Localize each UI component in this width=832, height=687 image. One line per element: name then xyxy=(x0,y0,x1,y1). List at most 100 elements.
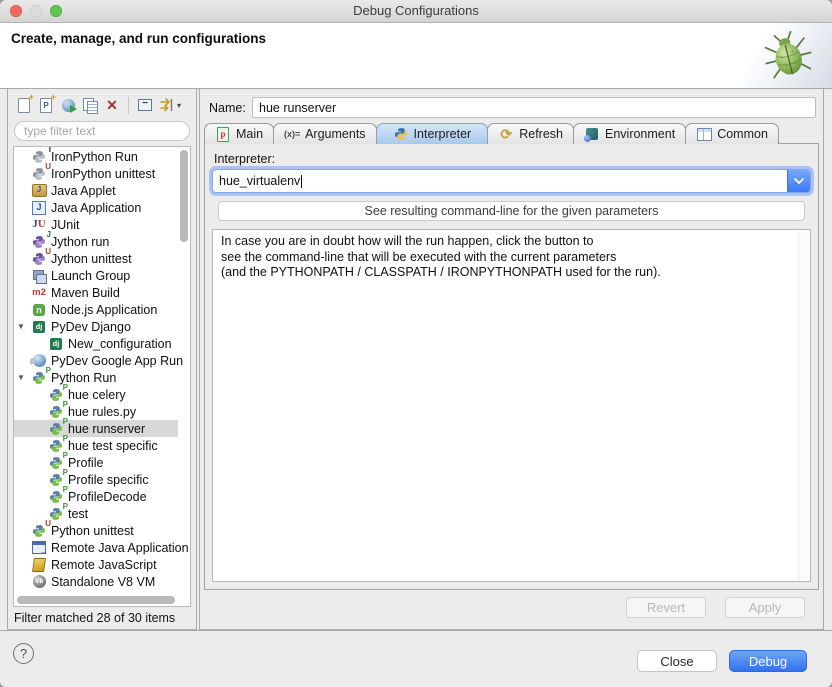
python-run-icon: P xyxy=(48,489,64,505)
tab-main[interactable]: p Main xyxy=(204,123,274,144)
new-launch-configuration-button[interactable]: + xyxy=(13,94,35,116)
filter-input[interactable] xyxy=(14,121,190,141)
revert-button[interactable]: Revert xyxy=(626,597,706,618)
main-tab-icon: p xyxy=(215,126,231,142)
tree-item-label: test xyxy=(68,507,88,521)
tree-item-label: Jython run xyxy=(51,235,109,249)
tree-item-python-unittest[interactable]: UPython unittest xyxy=(14,522,178,539)
tab-bar: p Main (x)=Arguments Interpreter ⟳RefreshEnv… xyxy=(204,122,778,144)
tree-item-new-configuration[interactable]: djNew_configuration xyxy=(14,335,178,352)
tab-arguments[interactable]: (x)=Arguments xyxy=(273,123,376,144)
python-run-icon: P xyxy=(48,438,64,454)
interpreter-combo-dropdown-button[interactable] xyxy=(787,170,810,192)
tree-item-maven-build[interactable]: m2 Maven Build xyxy=(14,284,178,301)
tree-item-label: Python unittest xyxy=(51,524,134,538)
name-input[interactable] xyxy=(252,97,816,118)
configuration-detail-panel: Name: pMain(x)=ArgumentsInterpreter⟳Refr… xyxy=(199,89,824,630)
java-applet-icon: J xyxy=(31,183,47,199)
delete-icon: ✕ xyxy=(104,97,120,113)
tab-label: Main xyxy=(236,127,263,141)
expander-icon[interactable]: ▼ xyxy=(17,369,25,386)
tree-item-label: Java Application xyxy=(51,201,141,215)
filter-status-text: Filter matched 28 of 30 items xyxy=(14,609,175,628)
tree-item-pydev-google-app-run[interactable]: PyDev Google App Run xyxy=(14,352,178,369)
maven-icon: m2 xyxy=(31,285,47,301)
python-run-icon: P xyxy=(48,472,64,488)
see-command-line-button[interactable]: See resulting command-line for the given… xyxy=(218,201,805,221)
expander-icon[interactable]: ▼ xyxy=(17,318,25,335)
help-button[interactable]: ? xyxy=(13,643,34,664)
window-title: Debug Configurations xyxy=(70,0,762,22)
tree-item-remote-javascript[interactable]: Remote JavaScript xyxy=(14,556,178,573)
tree-item-profile[interactable]: PProfile xyxy=(14,454,178,471)
header-corner xyxy=(744,23,832,88)
tree-item-profiledecode[interactable]: PProfileDecode xyxy=(14,488,178,505)
nodejs-icon: n xyxy=(31,302,47,318)
close-window-button[interactable] xyxy=(10,5,22,17)
command-line-info-box[interactable]: In case you are in doubt how will the ru… xyxy=(212,229,811,582)
minimize-window-button[interactable] xyxy=(30,5,42,17)
tree-item-hue-celery[interactable]: Phue celery xyxy=(14,386,178,403)
tree-item-ironpython-run[interactable]: IIronPython Run xyxy=(14,148,178,165)
interpreter-combo[interactable]: hue_virtualenv xyxy=(212,169,811,193)
tab-label: Interpreter xyxy=(414,127,472,141)
common-tab-icon xyxy=(696,126,712,142)
tree-item-label: Remote JavaScript xyxy=(51,558,157,572)
tree-item-node-js-application[interactable]: nNode.js Application xyxy=(14,301,178,318)
main-area: +P+ ✕ − ▾ IIronPython RunUIronPython unitte… xyxy=(0,88,832,631)
duplicate-icon xyxy=(82,97,98,113)
python-run-icon: P xyxy=(48,387,64,403)
python-run-icon: P xyxy=(48,455,64,471)
collapse-all-icon: − xyxy=(137,97,153,113)
environment-tab-icon xyxy=(584,126,600,142)
tree-item-pydev-django[interactable]: ▼djPyDev Django xyxy=(14,318,178,335)
tree-item-ironpython-unittest[interactable]: UIronPython unittest xyxy=(14,165,178,182)
configurations-tree: IIronPython RunUIronPython unittestJJava… xyxy=(13,146,191,607)
tree-item-java-applet[interactable]: J Java Applet xyxy=(14,182,178,199)
sidebar-toolbar: +P+ ✕ − ▾ xyxy=(13,93,192,117)
tree-item-standalone-v8-vm[interactable]: V8Standalone V8 VM xyxy=(14,573,178,590)
tab-common[interactable]: Common xyxy=(685,123,779,144)
new-launch-prototype-button[interactable]: P+ xyxy=(35,94,57,116)
duplicate-launch-configuration-button[interactable] xyxy=(79,94,101,116)
tree-item-profile-specific[interactable]: PProfile specific xyxy=(14,471,178,488)
tree-item-label: Launch Group xyxy=(51,269,130,283)
zoom-window-button[interactable] xyxy=(50,5,62,17)
tab-environment[interactable]: Environment xyxy=(573,123,686,144)
delete-launch-configuration-button[interactable]: ✕ xyxy=(101,94,123,116)
dropdown-caret-icon: ▾ xyxy=(177,101,181,110)
django-icon: dj xyxy=(31,319,47,335)
collapse-all-button[interactable]: − xyxy=(134,94,156,116)
info-box-scrollbar[interactable] xyxy=(798,231,809,580)
tree-item-launch-group[interactable]: Launch Group xyxy=(14,267,178,284)
tab-interpreter[interactable]: Interpreter xyxy=(376,123,489,144)
apply-button[interactable]: Apply xyxy=(725,597,805,618)
tree-item-test[interactable]: Ptest xyxy=(14,505,178,522)
tree-item-python-run[interactable]: ▼PPython Run xyxy=(14,369,178,386)
new-prototype-icon: P+ xyxy=(38,97,54,113)
tree-item-label: Java Applet xyxy=(51,184,116,198)
tree-rows: IIronPython RunUIronPython unittestJJava… xyxy=(14,148,178,594)
tree-item-hue-runserver[interactable]: Phue runserver xyxy=(14,420,178,437)
tree-item-hue-rules-py[interactable]: Phue rules.py xyxy=(14,403,178,420)
debug-button[interactable]: Debug xyxy=(729,650,807,672)
tree-item-jython-run[interactable]: JJython run xyxy=(14,233,178,250)
java-application-icon: J xyxy=(31,200,47,216)
tree-item-java-application[interactable]: J Java Application xyxy=(14,199,178,216)
tree-item-label: Maven Build xyxy=(51,286,120,300)
tree-item-jython-unittest[interactable]: UJython unittest xyxy=(14,250,178,267)
tab-label: Common xyxy=(717,127,768,141)
tree-item-junit[interactable]: JUJUnit xyxy=(14,216,178,233)
interpreter-combo-value[interactable]: hue_virtualenv xyxy=(213,174,787,188)
tree-vertical-scrollbar[interactable] xyxy=(180,150,188,242)
tree-horizontal-scrollbar[interactable] xyxy=(17,596,175,604)
tab-refresh[interactable]: ⟳Refresh xyxy=(487,123,574,144)
tab-label: Arguments xyxy=(305,127,365,141)
filter-launch-configurations-button[interactable]: ▾ xyxy=(156,94,184,116)
close-button[interactable]: Close xyxy=(637,650,717,672)
tree-item-hue-test-specific[interactable]: Phue test specific xyxy=(14,437,178,454)
tree-item-remote-java-application[interactable]: →Remote Java Application xyxy=(14,539,178,556)
export-launch-configuration-button[interactable] xyxy=(57,94,79,116)
dialog-footer: ? Close Debug xyxy=(0,631,832,687)
info-line: In case you are in doubt how will the ru… xyxy=(221,234,802,250)
